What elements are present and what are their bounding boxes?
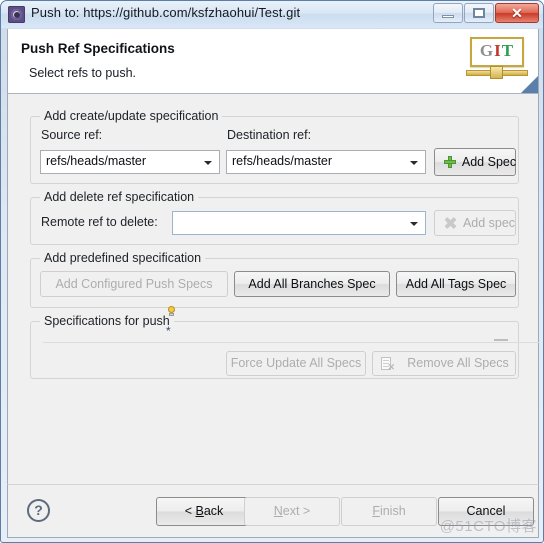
add-spec-delete-button[interactable]: Add spec xyxy=(434,210,516,236)
add-all-tags-spec-button[interactable]: Add All Tags Spec xyxy=(396,271,516,297)
source-ref-combo[interactable]: refs/heads/master xyxy=(40,150,220,174)
next-button[interactable]: Next > xyxy=(244,497,340,526)
page-subtitle: Select refs to push. xyxy=(29,66,137,80)
group-title-create-update: Add create/update specification xyxy=(40,109,223,123)
next-button-label: Next > xyxy=(273,504,311,518)
remote-ref-to-delete-label: Remote ref to delete: xyxy=(41,215,158,229)
page-title: Push Ref Specifications xyxy=(21,41,175,56)
force-update-all-specs-label: Force Update All Specs xyxy=(230,356,362,370)
group-add-predefined-specification: Add predefined specification Add Configu… xyxy=(30,251,519,308)
title-bar[interactable]: Push to: https://github.com/ksfzhaohui/T… xyxy=(1,1,543,28)
group-add-delete-ref-specification: Add delete ref specification Remote ref … xyxy=(30,190,519,245)
finish-button-label: Finish xyxy=(372,504,406,518)
destination-ref-label: Destination ref: xyxy=(227,128,312,142)
git-plate: GIT xyxy=(470,37,524,67)
chevron-down-icon[interactable] xyxy=(204,161,212,165)
cancel-button[interactable]: Cancel xyxy=(438,497,534,526)
remote-ref-to-delete-combo[interactable] xyxy=(172,211,426,235)
git-letters: GIT xyxy=(472,41,522,61)
specs-table-column-handle[interactable] xyxy=(494,339,508,341)
add-all-branches-spec-button[interactable]: Add All Branches Spec xyxy=(234,271,390,297)
force-update-all-specs-button[interactable]: Force Update All Specs xyxy=(226,351,366,376)
git-letter-t: T xyxy=(501,41,515,60)
git-letter-i: I xyxy=(494,41,502,60)
remove-all-specs-label: Remove All Specs xyxy=(407,356,509,370)
add-all-tags-spec-label: Add All Tags Spec xyxy=(405,277,507,291)
destination-ref-value: refs/heads/master xyxy=(232,154,333,168)
minimize-button[interactable] xyxy=(433,3,463,23)
group-add-create-update-specification: Add create/update specification Source r… xyxy=(30,109,519,184)
help-icon[interactable]: ? xyxy=(27,499,50,522)
header-corner-triangle xyxy=(521,76,538,93)
wizard-header: Push Ref Specifications Select refs to p… xyxy=(7,29,539,94)
group-title-specs-for-push: Specifications for push xyxy=(40,314,174,328)
back-mnemonic: B xyxy=(195,504,204,518)
chevron-down-icon[interactable] xyxy=(410,161,418,165)
specs-table-header-line xyxy=(43,342,540,343)
remove-x-badge: ✕ xyxy=(387,361,395,372)
dialog-button-bar: ? < Back Next > Finish Cancel xyxy=(7,484,539,538)
finish-mnemonic: F xyxy=(372,504,380,518)
source-ref-label: Source ref: xyxy=(41,128,103,142)
add-spec-button[interactable]: Add Spec xyxy=(434,148,516,176)
group-specifications-for-push: Specifications for push Force Update All… xyxy=(30,314,540,379)
maximize-button[interactable] xyxy=(464,3,494,23)
add-all-branches-spec-label: Add All Branches Spec xyxy=(248,277,376,291)
x-mark-icon xyxy=(444,217,456,229)
close-button[interactable]: ✕ xyxy=(495,3,539,23)
add-configured-push-specs-label: Add Configured Push Specs xyxy=(55,277,213,291)
source-ref-value: refs/heads/master xyxy=(46,154,147,168)
back-button-label: < Back xyxy=(184,504,224,518)
content-assist-lightbulb-icon xyxy=(167,306,176,317)
git-banner-icon: GIT xyxy=(466,35,528,87)
remove-all-specs-button[interactable]: ✕ Remove All Specs xyxy=(372,351,516,376)
git-knob xyxy=(490,66,503,79)
group-title-predefined: Add predefined specification xyxy=(40,251,206,265)
document-remove-icon: ✕ xyxy=(381,356,395,372)
destination-ref-combo[interactable]: refs/heads/master xyxy=(226,150,426,174)
finish-button[interactable]: Finish xyxy=(341,497,437,526)
close-icon: ✕ xyxy=(511,5,523,21)
document-line xyxy=(383,359,389,361)
push-wizard-icon xyxy=(8,6,25,23)
add-configured-push-specs-button[interactable]: Add Configured Push Specs xyxy=(40,271,228,297)
git-letter-g: G xyxy=(479,41,495,60)
wizard-client-area: Add create/update specification Source r… xyxy=(7,94,540,484)
push-wizard-dialog: Push to: https://github.com/ksfzhaohui/T… xyxy=(0,0,544,543)
plus-icon xyxy=(444,156,456,168)
cancel-button-label: Cancel xyxy=(466,504,506,518)
group-title-delete-ref: Add delete ref specification xyxy=(40,190,199,204)
chevron-down-icon[interactable] xyxy=(410,222,418,226)
window-title: Push to: https://github.com/ksfzhaohui/T… xyxy=(31,5,301,20)
next-mnemonic: N xyxy=(273,504,283,518)
required-field-asterisk: * xyxy=(166,324,171,338)
back-button[interactable]: < Back xyxy=(156,497,252,526)
